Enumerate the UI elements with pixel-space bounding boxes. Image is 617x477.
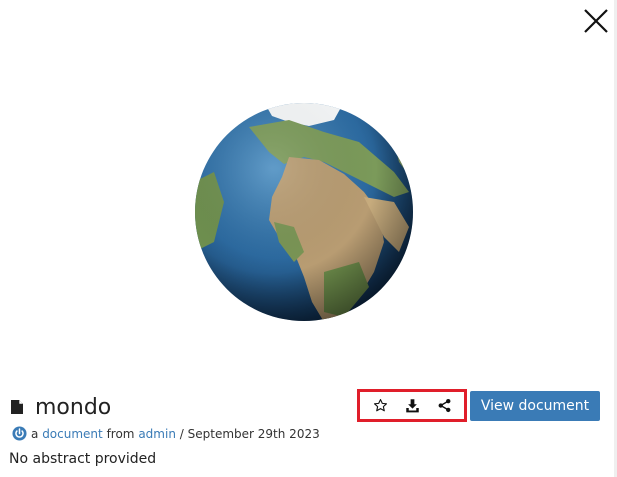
file-icon (11, 400, 23, 414)
document-meta: a document from admin / September 29th 2… (12, 426, 320, 441)
star-icon (373, 399, 387, 412)
favorite-button[interactable] (371, 397, 389, 415)
document-abstract: No abstract provided (9, 451, 157, 467)
download-icon (405, 399, 419, 413)
meta-prefix: a (31, 426, 39, 441)
document-thumbnail-globe (194, 102, 414, 322)
document-title: mondo (35, 394, 112, 420)
power-icon (12, 426, 27, 441)
document-date: September 29th 2023 (187, 426, 320, 441)
view-document-button[interactable]: View document (470, 391, 600, 421)
meta-from-text: from (106, 426, 135, 441)
close-button[interactable] (582, 7, 610, 35)
close-icon (584, 9, 608, 33)
document-actions-group (357, 389, 467, 422)
download-button[interactable] (403, 397, 421, 415)
share-button[interactable] (435, 397, 453, 415)
author-link[interactable]: admin (138, 427, 176, 441)
share-icon (438, 398, 450, 413)
document-title-row: mondo (11, 393, 111, 421)
document-type-link[interactable]: document (42, 427, 103, 441)
